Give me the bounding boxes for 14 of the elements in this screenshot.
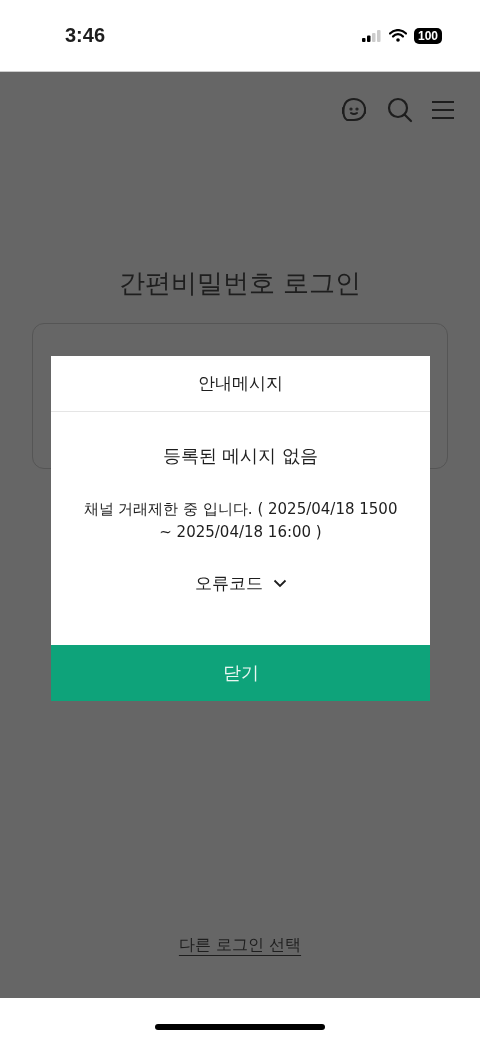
- dialog-message: 채널 거래제한 중 입니다. ( 2025/04/18 1500 ~ 2025/04/18 16:00 ): [82, 499, 399, 543]
- dialog-heading: 등록된 메시지 없음: [162, 444, 319, 468]
- error-code-toggle[interactable]: 오류코드: [194, 572, 287, 595]
- status-time: 3:46: [65, 24, 106, 47]
- search-icon[interactable]: [387, 97, 413, 123]
- menu-icon[interactable]: [431, 100, 455, 120]
- battery-level: 100: [413, 27, 442, 44]
- wifi-icon: [388, 29, 407, 42]
- page-title: 간편비밀번호 로그인: [118, 267, 362, 300]
- dialog-title: 안내메시지: [51, 356, 430, 412]
- cellular-signal-icon: [361, 29, 382, 42]
- close-button[interactable]: 닫기: [51, 645, 430, 701]
- other-login-link[interactable]: 다른 로그인 선택: [178, 935, 302, 956]
- chevron-icon: [272, 579, 287, 588]
